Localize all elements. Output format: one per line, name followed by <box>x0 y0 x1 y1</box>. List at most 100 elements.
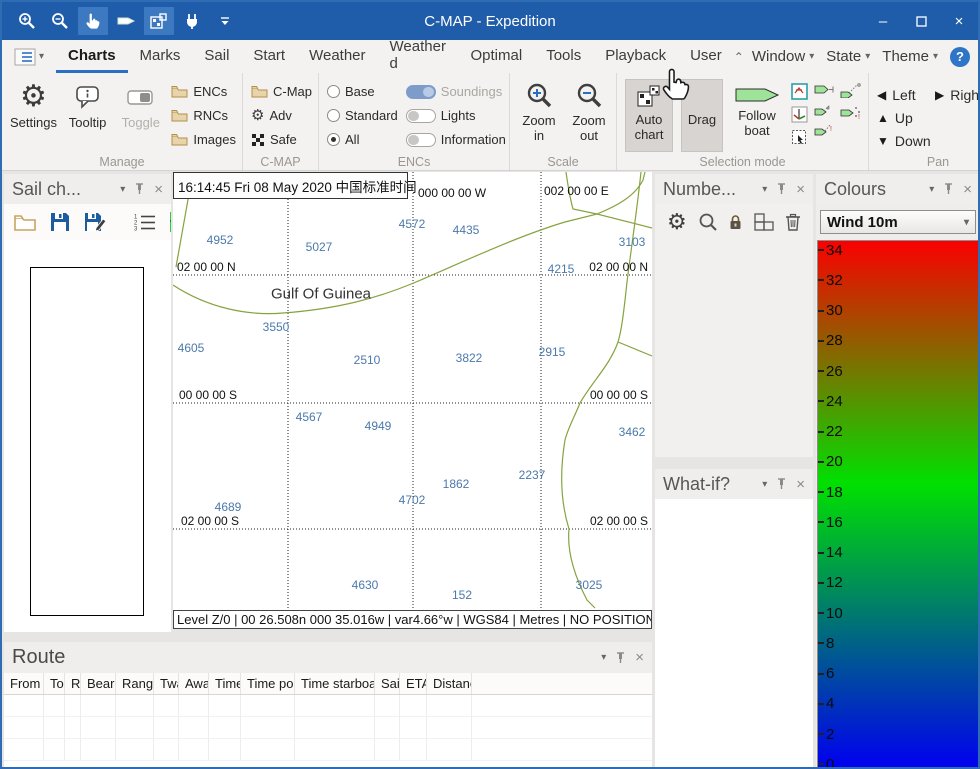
radio-base[interactable]: Base <box>327 81 398 102</box>
tooltip-button[interactable]: Tooltip <box>65 79 110 152</box>
toggle-information[interactable]: Information <box>406 129 506 150</box>
pin-icon[interactable] <box>135 183 144 195</box>
chevron-down-icon[interactable]: ▾ <box>120 184 125 195</box>
zoom-out-icon[interactable] <box>45 7 75 35</box>
column-header-time-starboard[interactable]: Time starboard <box>295 673 375 694</box>
search-icon[interactable] <box>698 212 718 232</box>
tab-start[interactable]: Start <box>241 40 297 73</box>
cmap-folder-button[interactable]: C-Map <box>251 81 312 102</box>
pin-icon[interactable] <box>777 478 786 490</box>
safe-depth-button[interactable]: Safe <box>251 129 312 150</box>
sail-chart-canvas[interactable] <box>4 240 171 632</box>
close-icon[interactable]: × <box>963 181 972 198</box>
column-header-twa[interactable]: Twa <box>154 673 179 694</box>
maximize-button[interactable] <box>902 2 940 40</box>
tab-playback[interactable]: Playback <box>593 40 678 73</box>
wind-display-icon[interactable] <box>791 83 808 100</box>
pan-left-button[interactable]: ◀Left <box>877 87 935 103</box>
numbered-list-icon[interactable]: 123 <box>134 213 156 231</box>
open-folder-icon[interactable] <box>14 214 36 231</box>
close-icon[interactable]: × <box>796 476 805 493</box>
close-icon[interactable]: × <box>796 181 805 198</box>
column-header-range[interactable]: Range <box>116 673 154 694</box>
chevron-down-icon[interactable]: ▾ <box>601 652 606 663</box>
chevron-down-icon[interactable]: ▾ <box>929 184 934 195</box>
toggle-lights[interactable]: Lights <box>406 105 506 126</box>
pan-down-button[interactable]: ▼Down <box>877 133 935 149</box>
table-row[interactable] <box>4 739 652 761</box>
chart-area[interactable]: 002 00 00 W000 00 00 W002 00 00 E02 00 0… <box>173 172 652 610</box>
tab-tools[interactable]: Tools <box>534 40 593 73</box>
close-button[interactable]: × <box>940 2 978 40</box>
close-icon[interactable]: × <box>635 649 644 666</box>
toggle-button[interactable]: Toggle <box>118 79 163 152</box>
pin-icon[interactable] <box>777 183 786 195</box>
pane-layout-menu[interactable]: ▾ <box>2 40 56 73</box>
table-row[interactable] <box>4 695 652 717</box>
boat-points-icon[interactable]: ! <box>840 104 862 120</box>
column-header-distance[interactable]: Distance <box>427 673 472 694</box>
tab-user[interactable]: User <box>678 40 734 73</box>
toggle-soundings[interactable]: Soundings <box>406 81 506 102</box>
chevron-down-icon[interactable]: ▾ <box>762 479 767 490</box>
encs-folder-button[interactable]: ENCs <box>171 81 236 102</box>
boat-route-icon[interactable] <box>814 102 834 117</box>
colour-variable-select[interactable]: Wind 10m ▾ <box>820 210 976 234</box>
column-header-r[interactable]: R <box>65 673 81 694</box>
radio-all[interactable]: All <box>327 129 398 150</box>
collapse-ribbon-icon[interactable]: ⌃ <box>734 50 744 64</box>
table-row[interactable] <box>4 717 652 739</box>
menu-window[interactable]: Window▾ <box>748 48 818 65</box>
save-as-icon[interactable] <box>84 212 106 232</box>
drag-button[interactable]: Drag <box>681 79 723 152</box>
polar-icon[interactable] <box>791 106 808 123</box>
hand-drag-icon[interactable] <box>78 7 108 35</box>
save-icon[interactable] <box>50 212 70 232</box>
trash-icon[interactable] <box>785 213 801 231</box>
column-header-to[interactable]: To <box>44 673 65 694</box>
auto-chart-button[interactable]: Auto chart <box>625 79 673 152</box>
images-folder-button[interactable]: Images <box>171 129 236 150</box>
pan-up-button[interactable]: ▲Up <box>877 110 935 126</box>
tab-optimal[interactable]: Optimal <box>459 40 535 73</box>
customize-caret-icon[interactable] <box>210 7 240 35</box>
zoom-out-button[interactable]: Zoom out <box>568 79 610 152</box>
polar-chart-icon[interactable] <box>170 212 171 232</box>
minimize-button[interactable]: – <box>864 2 902 40</box>
zoom-in-icon[interactable] <box>12 7 42 35</box>
column-header-awa[interactable]: Awa <box>179 673 209 694</box>
whatif-content[interactable] <box>655 500 813 769</box>
column-header-bear[interactable]: Bear <box>81 673 116 694</box>
boat-to-mark-icon[interactable] <box>814 83 834 96</box>
radio-standard[interactable]: Standard <box>327 105 398 126</box>
pan-right-button[interactable]: ▶Right <box>935 87 980 103</box>
boat-bearing-icon[interactable] <box>840 83 862 98</box>
column-header-eta[interactable]: ETA <box>400 673 427 694</box>
help-button[interactable]: ? <box>950 47 970 67</box>
rncs-folder-button[interactable]: RNCs <box>171 105 236 126</box>
pin-icon[interactable] <box>944 183 953 195</box>
layout-grid-icon[interactable] <box>754 213 774 231</box>
numbers-content[interactable] <box>655 240 813 457</box>
gear-icon[interactable]: ⚙ <box>667 209 687 235</box>
column-header-from[interactable]: From <box>4 673 44 694</box>
boat-alert-icon[interactable]: ! <box>814 123 834 137</box>
tab-weather-d[interactable]: Weather d <box>378 40 459 73</box>
select-mode-icon[interactable] <box>791 129 808 146</box>
zoom-in-button[interactable]: Zoom in <box>518 79 560 152</box>
column-header-sail[interactable]: Sail <box>375 673 400 694</box>
auto-chart-icon[interactable] <box>144 7 174 35</box>
menu-theme[interactable]: Theme▾ <box>878 48 942 65</box>
tab-sail[interactable]: Sail <box>192 40 241 73</box>
pin-icon[interactable] <box>616 652 625 664</box>
lock-icon[interactable] <box>729 214 742 231</box>
column-header-time-port[interactable]: Time port <box>241 673 295 694</box>
settings-button[interactable]: ⚙ Settings <box>10 79 57 152</box>
close-icon[interactable]: × <box>154 181 163 198</box>
follow-boat-button[interactable]: Follow boat <box>731 79 783 152</box>
column-header-time[interactable]: Time <box>209 673 241 694</box>
plug-icon[interactable] <box>177 7 207 35</box>
tab-charts[interactable]: Charts <box>56 40 128 73</box>
adv-settings-button[interactable]: ⚙ Adv <box>251 105 312 126</box>
boat-icon[interactable] <box>111 7 141 35</box>
